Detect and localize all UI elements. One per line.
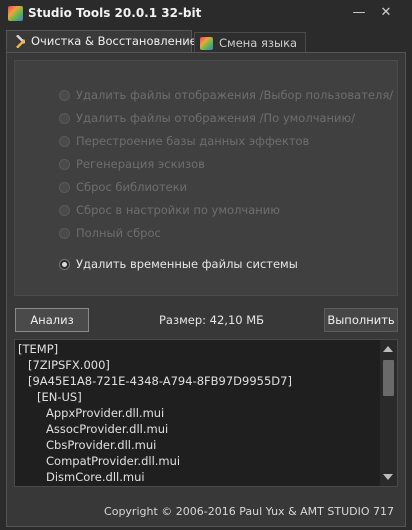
tab-label: Смена языка [219,36,298,50]
log-line: [TEMP] [18,342,59,356]
radio-button [59,182,70,193]
size-label: Размер: 42,10 МБ [159,313,265,327]
log-list[interactable]: [TEMP] [7ZIPSFX.000] [9A45E1A8-721E-4348… [14,339,398,487]
log-line: [EN-US] [37,390,82,404]
radio-button-selected[interactable] [59,259,70,270]
radio-button [59,90,70,101]
radio-button [59,159,70,170]
options-group: Удалить файлы отображения /Выбор пользов… [14,60,398,296]
app-logo-icon [8,6,23,21]
log-line: CbsProvider.dll.mui [46,438,157,452]
window-title: Studio Tools 20.0.1 32-bit [28,6,202,20]
option-label: Полный сброс [76,226,161,240]
log-line: [7ZIPSFX.000] [28,358,110,372]
log-line: AssocProvider.dll.mui [46,422,169,436]
scroll-up-icon[interactable] [383,346,393,352]
tab-bar: Очистка & Восстановление Смена языка [0,30,412,52]
close-button[interactable]: ✕ [377,4,395,22]
radio-button [59,113,70,124]
tab-change-language[interactable]: Смена языка [194,32,306,52]
radio-button [59,205,70,216]
option-label: Перестроение базы данных эффектов [76,134,310,148]
minimize-button[interactable]: — [350,4,368,22]
option-label: Сброс библиотеки [76,180,188,194]
tab-label: Очистка & Восстановление [31,34,197,48]
option-label: Удалить файлы отображения /Выбор пользов… [76,88,394,102]
log-line: DismCore.dll.mui [46,470,145,484]
copyright-text: Copyright © 2006-2016 Paul Yux & AMT STU… [104,505,394,518]
scroll-down-icon[interactable] [383,474,393,480]
log-line: CompatProvider.dll.mui [46,454,181,468]
option-label: Регенерация эскизов [76,157,205,171]
wrench-screwdriver-icon [16,35,25,48]
option-label: Удалить файлы отображения /По умолчанию/ [76,111,356,125]
scroll-thumb[interactable] [383,360,394,396]
option-label: Сброс в настройки по умолчанию [76,203,280,217]
log-line: AppxProvider.dll.mui [46,406,165,420]
title-bar: Studio Tools 20.0.1 32-bit — ✕ [0,0,412,28]
option-label: Удалить временные файлы системы [76,257,298,271]
radio-button [59,136,70,147]
run-button[interactable]: Выполнить [324,308,398,332]
log-line: [9A45E1A8-721E-4348-A794-8FB97D9955D7] [28,374,292,388]
analyze-button[interactable]: Анализ [15,308,89,332]
vertical-scrollbar[interactable] [380,340,397,486]
tab-cleanup-restore[interactable]: Очистка & Восстановление [6,30,197,52]
app-logo-icon [200,37,213,50]
radio-button [59,228,70,239]
